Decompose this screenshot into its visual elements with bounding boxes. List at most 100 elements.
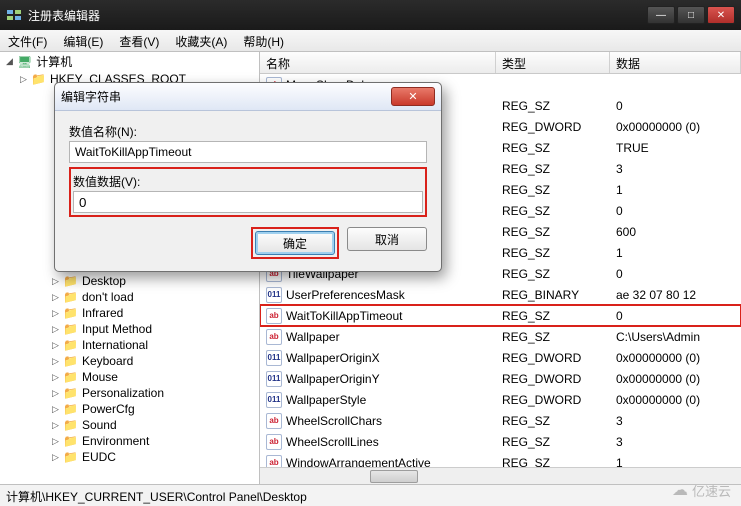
value-data: 3: [610, 435, 741, 449]
list-row[interactable]: abWaitToKillAppTimeoutREG_SZ0: [260, 305, 741, 326]
folder-icon: 📁: [63, 306, 78, 320]
tree-item[interactable]: ▷📁don't load: [0, 289, 259, 305]
maximize-button[interactable]: □: [677, 6, 705, 24]
value-type: REG_SZ: [496, 456, 610, 468]
tree-item[interactable]: ▷📁Personalization: [0, 385, 259, 401]
tree-item[interactable]: ▷📁International: [0, 337, 259, 353]
value-data: C:\Users\Admin: [610, 330, 741, 344]
window-titlebar: 注册表编辑器 — □ ✕: [0, 0, 741, 30]
tree-item[interactable]: ▷📁 Infrared: [0, 305, 259, 321]
value-data: 0x00000000 (0): [610, 393, 741, 407]
tree-label: PowerCfg: [82, 402, 135, 416]
list-row[interactable]: 011WallpaperStyleREG_DWORD0x00000000 (0): [260, 389, 741, 410]
value-name: WallpaperOriginY: [286, 372, 380, 386]
menu-bar: 文件(F) 编辑(E) 查看(V) 收藏夹(A) 帮助(H): [0, 30, 741, 52]
value-data: TRUE: [610, 141, 741, 155]
tree-item[interactable]: ▷📁 Desktop: [0, 273, 259, 289]
tree-item[interactable]: ▷📁Keyboard: [0, 353, 259, 369]
value-data: 0: [610, 309, 741, 323]
folder-icon: 📁: [63, 338, 78, 352]
value-name-field: WaitToKillAppTimeout: [69, 141, 427, 163]
list-row[interactable]: abWallpaperREG_SZC:\Users\Admin: [260, 326, 741, 347]
cloud-icon: ☁: [672, 480, 688, 500]
value-data: 3: [610, 162, 741, 176]
tree-label: Input Method: [82, 322, 152, 336]
tree-label: Desktop: [82, 274, 126, 288]
expand-icon[interactable]: ▷: [50, 404, 61, 415]
minimize-button[interactable]: —: [647, 6, 675, 24]
col-data[interactable]: 数据: [610, 52, 741, 73]
tree-label: Personalization: [82, 386, 164, 400]
menu-help[interactable]: 帮助(H): [235, 30, 292, 51]
value-type: REG_DWORD: [496, 372, 610, 386]
edit-string-dialog: 编辑字符串 ✕ 数值名称(N): WaitToKillAppTimeout 数值…: [54, 82, 442, 272]
folder-icon: 📁: [63, 274, 78, 288]
tree-item[interactable]: ▷📁Mouse: [0, 369, 259, 385]
tree-item[interactable]: ▷📁Input Method: [0, 321, 259, 337]
expand-icon[interactable]: ▷: [50, 372, 61, 383]
list-row[interactable]: 011UserPreferencesMaskREG_BINARYae 32 07…: [260, 284, 741, 305]
list-row[interactable]: abWindowArrangementActiveREG_SZ1: [260, 452, 741, 467]
menu-view[interactable]: 查看(V): [111, 30, 167, 51]
dialog-close-button[interactable]: ✕: [391, 87, 435, 106]
collapse-icon[interactable]: ◢: [4, 56, 15, 67]
scrollbar-thumb[interactable]: [370, 470, 418, 483]
folder-icon: 📁: [31, 72, 46, 86]
expand-icon[interactable]: ▷: [50, 356, 61, 367]
expand-icon[interactable]: ▷: [50, 308, 61, 319]
cancel-button[interactable]: 取消: [347, 227, 427, 251]
binary-icon: 011: [266, 392, 282, 408]
tree-item[interactable]: ▷📁Environment: [0, 433, 259, 449]
expand-icon[interactable]: ▷: [50, 340, 61, 351]
value-name: WaitToKillAppTimeout: [286, 309, 402, 323]
value-type: REG_BINARY: [496, 288, 610, 302]
dialog-title: 编辑字符串: [61, 88, 391, 105]
close-button[interactable]: ✕: [707, 6, 735, 24]
tree-root[interactable]: ◢🖥计算机: [0, 52, 259, 71]
tree-item[interactable]: ▷📁 Sound: [0, 417, 259, 433]
expand-icon[interactable]: ▷: [50, 420, 61, 431]
ok-button[interactable]: 确定: [255, 231, 335, 255]
menu-edit[interactable]: 编辑(E): [55, 30, 111, 51]
value-data: ae 32 07 80 12: [610, 288, 741, 302]
value-data: 0x00000000 (0): [610, 351, 741, 365]
value-data: 0x00000000 (0): [610, 120, 741, 134]
tree-label: Sound: [82, 418, 117, 432]
highlight-frame: 数值数据(V):: [69, 167, 427, 217]
tree-label: Infrared: [82, 306, 123, 320]
value-type: REG_SZ: [496, 267, 610, 281]
computer-icon: 🖥: [17, 55, 32, 69]
expand-icon[interactable]: ▷: [50, 452, 61, 463]
binary-icon: 011: [266, 371, 282, 387]
value-data-input[interactable]: [73, 191, 423, 213]
list-row[interactable]: abWheelScrollLinesREG_SZ3: [260, 431, 741, 452]
value-data: 1: [610, 456, 741, 468]
tree-item[interactable]: ▷📁PowerCfg: [0, 401, 259, 417]
list-row[interactable]: 011WallpaperOriginYREG_DWORD0x00000000 (…: [260, 368, 741, 389]
dialog-titlebar[interactable]: 编辑字符串 ✕: [55, 83, 441, 111]
value-data: 1: [610, 246, 741, 260]
col-type[interactable]: 类型: [496, 52, 610, 73]
value-type: REG_SZ: [496, 204, 610, 218]
watermark-text: 亿速云: [692, 481, 731, 500]
col-name[interactable]: 名称: [260, 52, 496, 73]
horizontal-scrollbar[interactable]: [260, 467, 741, 484]
expand-icon[interactable]: ▷: [50, 292, 61, 303]
folder-icon: 📁: [63, 418, 78, 432]
folder-icon: 📁: [63, 290, 78, 304]
menu-favorites[interactable]: 收藏夹(A): [167, 30, 235, 51]
tree-item[interactable]: ▷📁EUDC: [0, 449, 259, 465]
expand-icon[interactable]: ▷: [50, 276, 61, 287]
expand-icon[interactable]: ▷: [50, 324, 61, 335]
string-icon: ab: [266, 308, 282, 324]
list-row[interactable]: 011WallpaperOriginXREG_DWORD0x00000000 (…: [260, 347, 741, 368]
menu-file[interactable]: 文件(F): [0, 30, 55, 51]
value-name: WheelScrollLines: [286, 435, 379, 449]
value-type: REG_SZ: [496, 162, 610, 176]
expand-icon[interactable]: ▷: [50, 436, 61, 447]
list-row[interactable]: abWheelScrollCharsREG_SZ3: [260, 410, 741, 431]
expand-icon[interactable]: ▷: [50, 388, 61, 399]
value-data: 0: [610, 99, 741, 113]
expand-icon[interactable]: ▷: [18, 74, 29, 85]
value-type: REG_SZ: [496, 414, 610, 428]
